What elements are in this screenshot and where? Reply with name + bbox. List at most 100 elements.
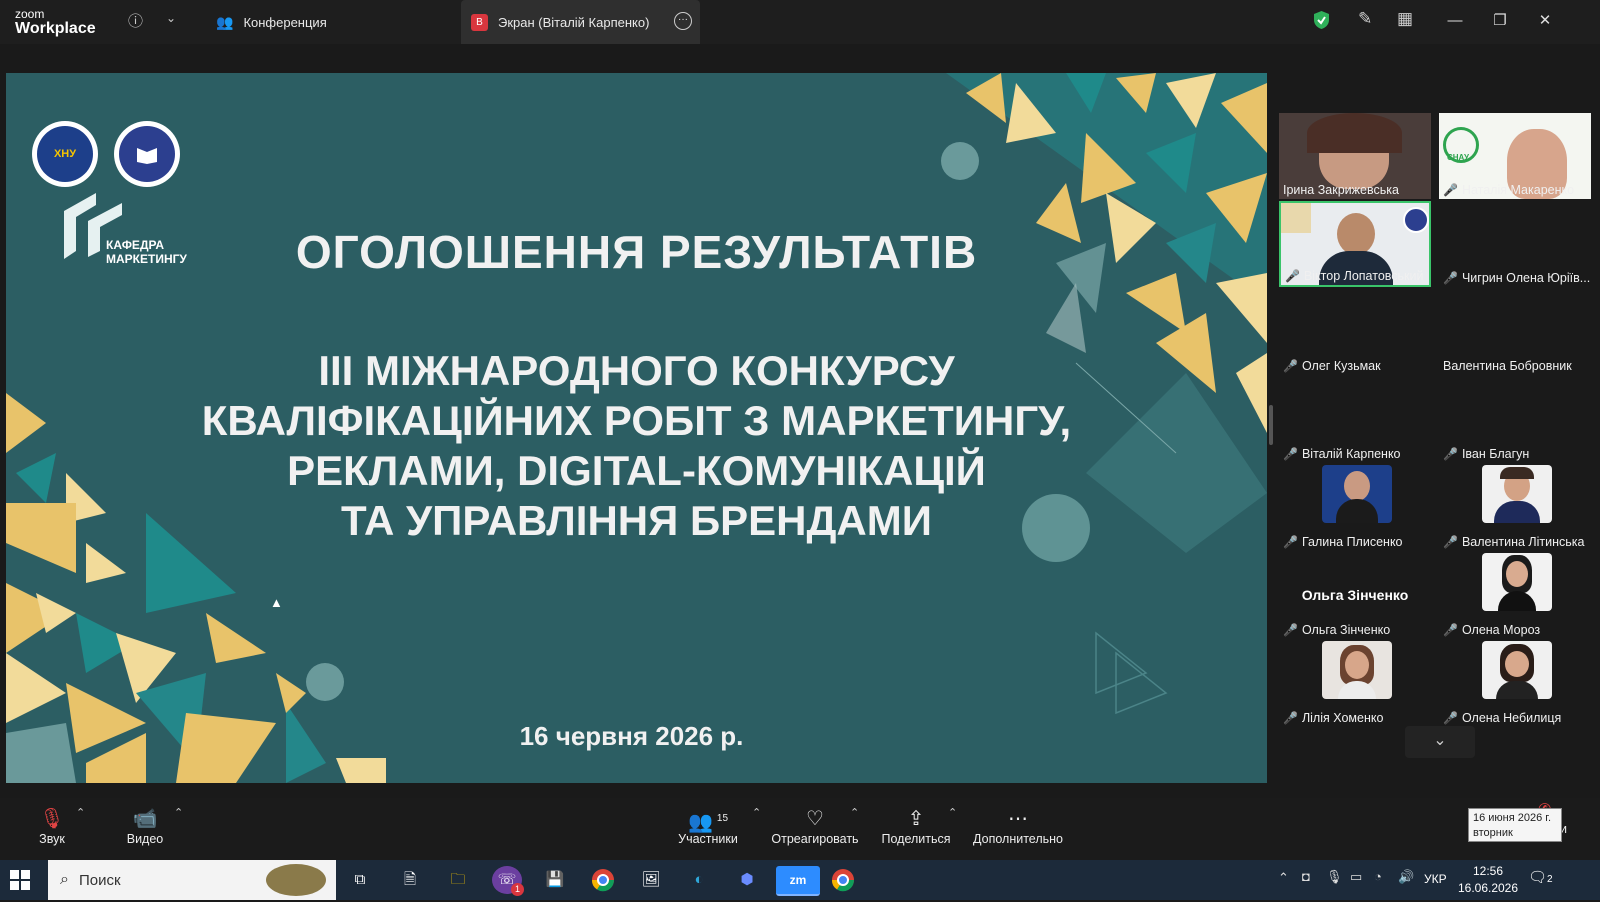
participant-name: 🎤 Олена Мороз [1443, 623, 1541, 637]
volume-icon[interactable]: 🔊 [1398, 869, 1414, 885]
file-explorer-icon[interactable]: 🗀 [443, 866, 473, 894]
video-button[interactable]: 📹 Видео [120, 806, 170, 846]
more-button[interactable]: ⋯ Дополнительно [968, 806, 1068, 846]
taskbar-clock[interactable]: 12:56 16.06.2026 [1456, 863, 1520, 897]
tab-screen-label: Экран (Віталій Карпенко) [498, 14, 650, 30]
participant-video [1322, 465, 1392, 523]
more-label: Дополнительно [973, 832, 1063, 846]
share-button[interactable]: ⇪ Поделиться [876, 806, 956, 846]
save-disk-icon[interactable]: 💾 [540, 866, 570, 894]
participant-tile[interactable]: 🎤 Іван Благун [1439, 377, 1591, 463]
participant-name: 🎤 Галина Плисенко [1283, 535, 1403, 549]
university-logo-left: ХНУ [32, 121, 98, 187]
participant-tile[interactable]: 🎤 Чигрин Олена Юріїв... [1439, 201, 1591, 287]
participant-tile[interactable]: СНАУ 🎤 Наталія Макаренко [1439, 113, 1591, 199]
participant-tile[interactable]: 🎤 Лілія Хоменко [1279, 641, 1431, 727]
participant-tile[interactable]: Валентина Бобровник [1439, 289, 1591, 375]
share-options-chevron-icon[interactable]: ⌃ [948, 806, 957, 819]
more-dots-icon: ⋯ [1008, 808, 1028, 830]
copilot-icon[interactable]: ⬢ [732, 866, 762, 894]
participant-name: Ірина Закрижевська [1283, 183, 1399, 197]
security-shield-icon[interactable] [1313, 10, 1330, 35]
react-label: Отреагировать [771, 832, 859, 846]
chrome-icon[interactable] [588, 866, 618, 894]
video-label: Видео [126, 832, 164, 846]
participant-video [1482, 641, 1552, 699]
tray-overflow-chevron-icon[interactable]: ⌃ [1278, 870, 1289, 886]
tab-conference[interactable]: 👥 Конференция [200, 0, 450, 44]
snau-logo-text: СНАУ [1447, 153, 1470, 162]
close-icon[interactable]: ✕ [1530, 10, 1560, 32]
chevron-down-icon[interactable]: ⌄ [166, 11, 176, 25]
video-camera-icon: 📹 [132, 808, 158, 830]
language-indicator[interactable]: УКР [1424, 872, 1447, 886]
restore-icon[interactable]: ❐ [1485, 10, 1515, 32]
search-icon: ⌕ [60, 871, 69, 888]
camera-tray-icon[interactable]: ◘ [1302, 869, 1310, 884]
notification-count: 2 [1547, 874, 1553, 885]
edge-icon[interactable]: ◐ [684, 866, 714, 894]
participant-name: 🎤 Наталія Макаренко [1443, 183, 1575, 197]
participant-tile-active-speaker[interactable]: 🎤 Віктор Лопатовський [1279, 201, 1431, 287]
university-mini-logo [1403, 207, 1429, 233]
viber-icon[interactable]: ☏ 1 [492, 866, 524, 896]
audio-options-chevron-icon[interactable]: ⌃ [76, 806, 85, 819]
windows-taskbar: ⌕ Поиск ⧉ 🗎 🗀 ☏ 1 💾 🖼 ◐ ⬢ zm ⌃ ◘ 🎙 ▭ ◔ 🔊 … [0, 860, 1600, 900]
tooltip-weekday: вторник [1473, 827, 1513, 839]
windows-start-icon[interactable] [10, 870, 30, 895]
shared-screen-slide: ХНУ КАФЕДРА МАРКЕТИНГУ ОГОЛОШЕННЯ РЕЗУЛЬ… [6, 73, 1267, 783]
annotate-pen-icon[interactable]: ✎ [1358, 9, 1372, 29]
presenter-badge: В [471, 13, 488, 31]
minimize-icon[interactable]: — [1440, 10, 1470, 32]
tab-screen-share[interactable]: В Экран (Віталій Карпенко) ··· [461, 0, 700, 44]
participants-label: Участники [678, 832, 738, 846]
task-view-icon[interactable]: ⧉ [345, 866, 375, 894]
participant-video [1322, 641, 1392, 699]
participant-tile[interactable]: 🎤 Олена Небилиця [1439, 641, 1591, 727]
participants-count: 15 [716, 813, 729, 824]
participant-name: 🎤 Чигрин Олена Юріїв... [1443, 271, 1591, 285]
panel-resize-handle[interactable] [1269, 405, 1273, 445]
date-tooltip: 16 июня 2026 г. вторник [1468, 808, 1562, 842]
participant-name: 🎤 Лілія Хоменко [1283, 711, 1384, 725]
view-layout-icon[interactable]: ▦ [1397, 9, 1413, 29]
microphone-tray-icon[interactable]: 🎙 [1326, 869, 1343, 885]
wifi-icon[interactable]: ◔ [1374, 869, 1382, 884]
participant-tile[interactable]: 🎤 Олег Кузьмак [1279, 289, 1431, 375]
search-placeholder: Поиск [78, 871, 121, 889]
video-options-chevron-icon[interactable]: ⌃ [174, 806, 183, 819]
image-editor-icon[interactable]: 🖼 [636, 866, 666, 894]
participant-tile[interactable]: 🎤 Галина Плисенко [1279, 465, 1431, 551]
scroll-down-chevron-icon[interactable]: ⌄ [1405, 726, 1475, 758]
mouse-cursor-icon: ▲ [270, 595, 283, 610]
participant-name: 🎤 Олег Кузьмак [1283, 359, 1381, 373]
info-icon[interactable]: ⓘ [128, 10, 143, 31]
participant-tile[interactable]: 🎤 Олена Мороз [1439, 553, 1591, 639]
battery-icon[interactable]: ▭ [1350, 869, 1362, 885]
participant-tile[interactable]: Ірина Закрижевська [1279, 113, 1431, 199]
tooltip-date: 16 июня 2026 г. [1473, 812, 1552, 824]
participant-video [1482, 465, 1552, 523]
more-icon[interactable]: ··· [674, 12, 692, 30]
heart-icon: ♡ [806, 808, 824, 830]
chrome-profile-icon[interactable] [828, 866, 858, 894]
participant-tile[interactable]: Ольга Зінченко 🎤 Ольга Зінченко [1279, 553, 1431, 639]
taskbar-search-box[interactable]: ⌕ Поиск [48, 860, 336, 900]
audio-button[interactable]: 🎙 Звук [30, 806, 74, 846]
turtle-search-highlight-icon [266, 864, 326, 896]
zoom-taskbar-icon[interactable]: zm [776, 866, 820, 896]
react-options-chevron-icon[interactable]: ⌃ [850, 806, 859, 819]
participant-video [1337, 213, 1375, 255]
participants-options-chevron-icon[interactable]: ⌃ [752, 806, 761, 819]
participant-name: 🎤 Валентина Літинська [1443, 535, 1585, 549]
notifications-icon[interactable]: 🗨2 [1528, 868, 1553, 886]
react-button[interactable]: ♡ Отреагировать [770, 806, 860, 846]
subtitle-line: РЕКЛАМИ, DIGITAL-КОМУНІКАЦІЙ [287, 447, 986, 494]
title-bar: zoom Workplace ⓘ ⌄ 👥 Конференция В Экран… [0, 0, 1600, 44]
participant-tile[interactable]: 🎤 Віталій Карпенко [1279, 377, 1431, 463]
slide-title: ОГОЛОШЕННЯ РЕЗУЛЬТАТІВ [295, 226, 978, 278]
file-icon[interactable]: 🗎 [395, 866, 425, 894]
university-logo-right [114, 121, 180, 187]
participant-tile[interactable]: 🎤 Валентина Літинська [1439, 465, 1591, 551]
participants-button[interactable]: 👥 15 Участники [668, 806, 748, 846]
